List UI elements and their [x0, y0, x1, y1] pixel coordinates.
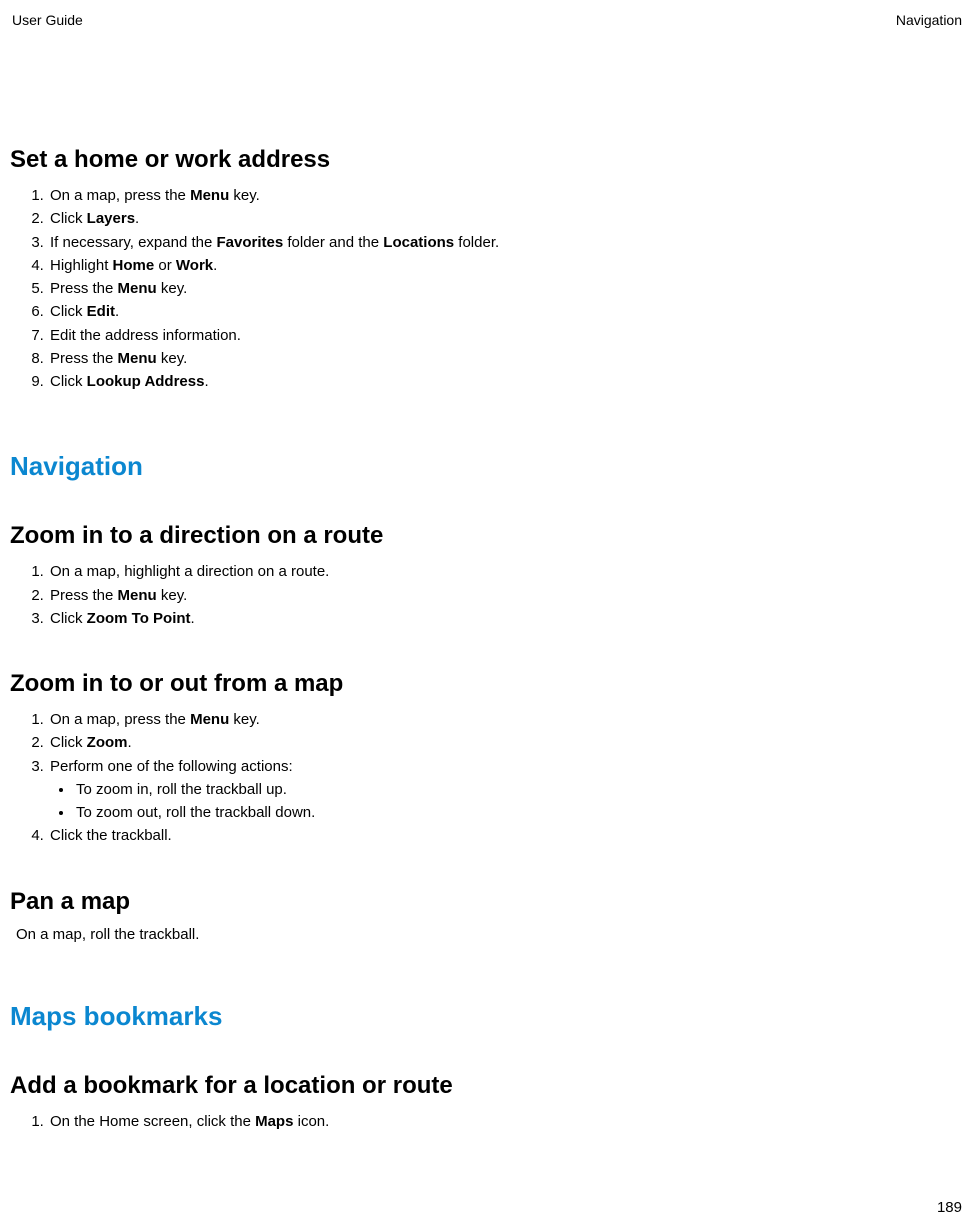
- step: Perform one of the following actions: To…: [48, 755, 964, 825]
- heading-pan-map: Pan a map: [10, 888, 964, 916]
- section-set-home: Set a home or work address On a map, pre…: [10, 146, 964, 393]
- section-zoom-direction: Zoom in to a direction on a route On a m…: [10, 522, 964, 630]
- heading-add-bookmark: Add a bookmark for a location or route: [10, 1072, 964, 1100]
- step: Click Lookup Address.: [48, 370, 964, 393]
- step: Press the Menu key.: [48, 277, 964, 300]
- heading-navigation: Navigation: [10, 451, 964, 482]
- step: Press the Menu key.: [48, 584, 964, 607]
- step: On a map, highlight a direction on a rou…: [48, 560, 964, 583]
- step: On the Home screen, click the Maps icon.: [48, 1110, 964, 1133]
- section-pan-map: Pan a map On a map, roll the trackball.: [10, 888, 964, 943]
- substeps-zoom-map: To zoom in, roll the trackball up. To zo…: [50, 778, 964, 825]
- step: On a map, press the Menu key.: [48, 708, 964, 731]
- substep: To zoom in, roll the trackball up.: [74, 778, 964, 801]
- page-number: 189: [937, 1199, 962, 1216]
- steps-set-home: On a map, press the Menu key. Click Laye…: [10, 184, 964, 393]
- step: Click Edit.: [48, 300, 964, 323]
- steps-zoom-direction: On a map, highlight a direction on a rou…: [10, 560, 964, 630]
- steps-zoom-map: On a map, press the Menu key. Click Zoom…: [10, 708, 964, 848]
- page-header: User Guide Navigation: [10, 12, 964, 28]
- step: Press the Menu key.: [48, 347, 964, 370]
- heading-set-home: Set a home or work address: [10, 146, 964, 174]
- step: Click Zoom To Point.: [48, 607, 964, 630]
- step: Click Layers.: [48, 207, 964, 230]
- heading-zoom-map: Zoom in to or out from a map: [10, 670, 964, 698]
- header-right: Navigation: [896, 12, 962, 28]
- step: Click the trackball.: [48, 824, 964, 847]
- step: On a map, press the Menu key.: [48, 184, 964, 207]
- step: Click Zoom.: [48, 731, 964, 754]
- step: If necessary, expand the Favorites folde…: [48, 231, 964, 254]
- steps-add-bookmark: On the Home screen, click the Maps icon.: [10, 1110, 964, 1133]
- page: User Guide Navigation Set a home or work…: [0, 0, 974, 1228]
- section-zoom-map: Zoom in to or out from a map On a map, p…: [10, 670, 964, 848]
- body-pan-map: On a map, roll the trackball.: [16, 926, 964, 943]
- heading-zoom-direction: Zoom in to a direction on a route: [10, 522, 964, 550]
- section-add-bookmark: Add a bookmark for a location or route O…: [10, 1072, 964, 1133]
- step: Highlight Home or Work.: [48, 254, 964, 277]
- step: Edit the address information.: [48, 324, 964, 347]
- substep: To zoom out, roll the trackball down.: [74, 801, 964, 824]
- heading-maps-bookmarks: Maps bookmarks: [10, 1001, 964, 1032]
- page-content: Set a home or work address On a map, pre…: [10, 28, 964, 1133]
- header-left: User Guide: [12, 12, 83, 28]
